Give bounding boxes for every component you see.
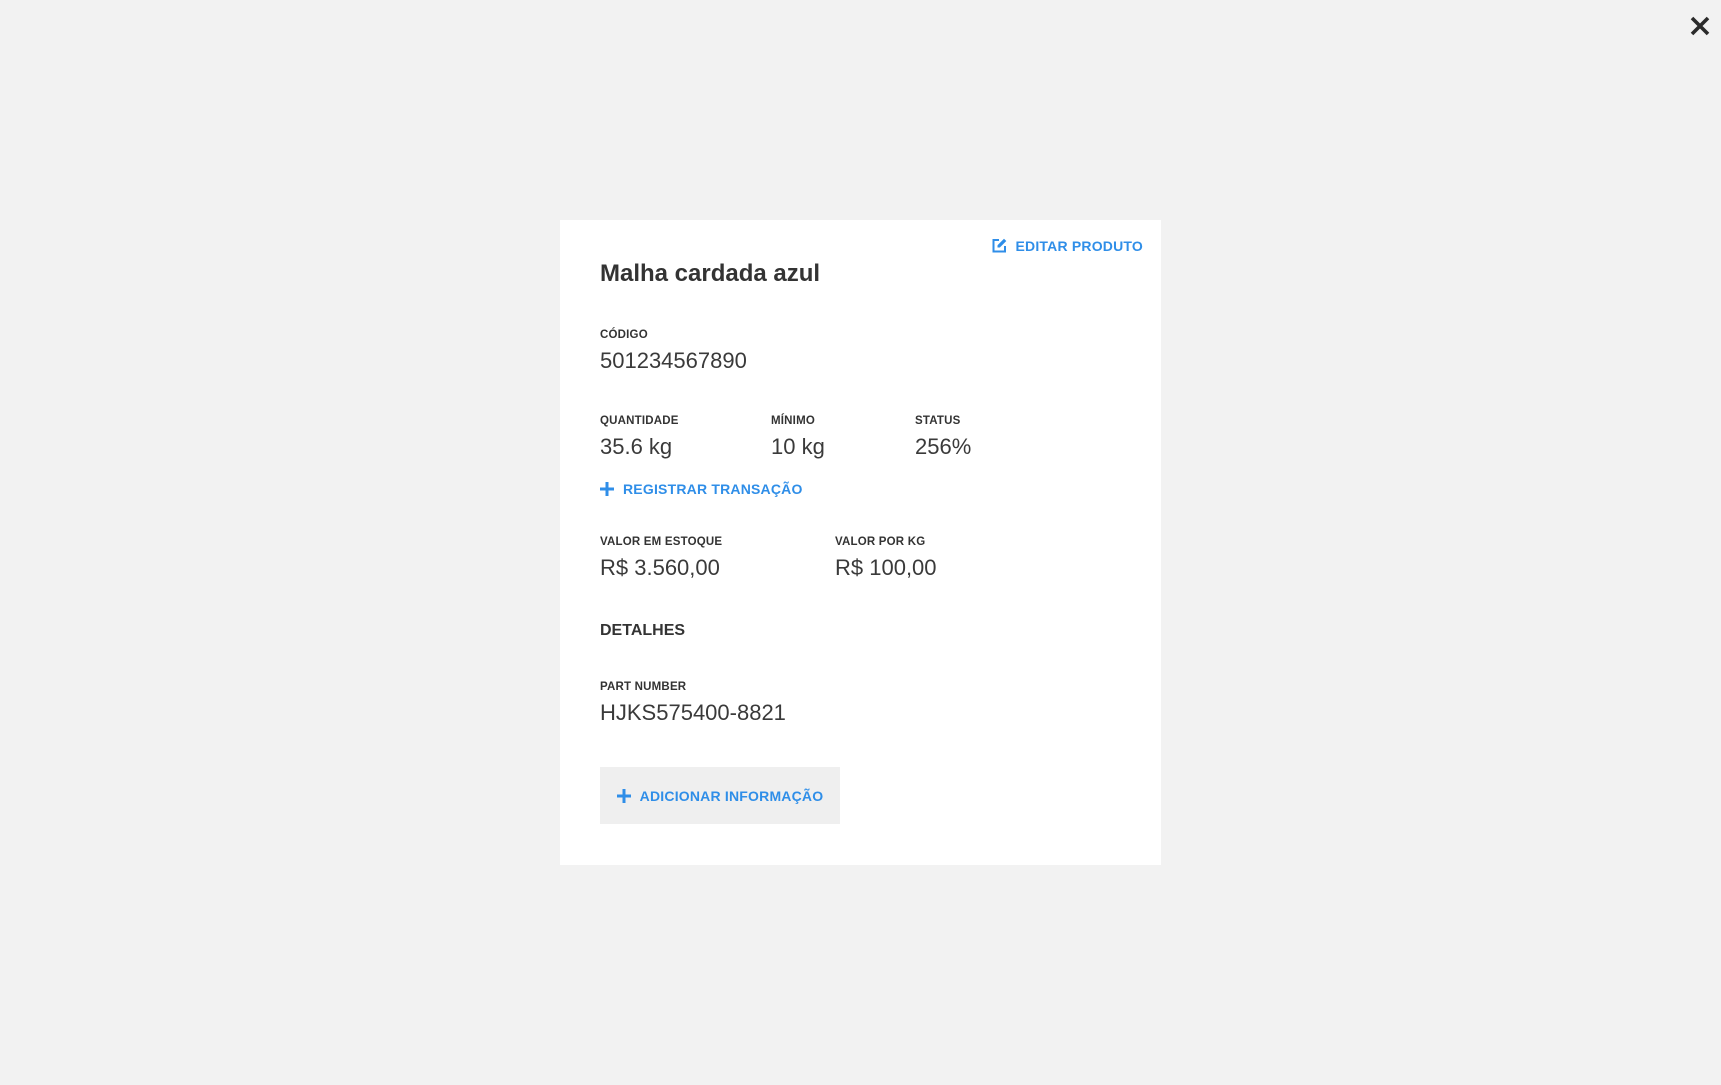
valor-kg-value: R$ 100,00 [835, 555, 937, 580]
minimo-value: 10 kg [771, 434, 825, 459]
register-transaction-button[interactable]: REGISTRAR TRANSAÇÃO [600, 481, 803, 497]
status-value: 256% [915, 434, 972, 459]
codigo-value: 501234567890 [600, 348, 747, 373]
close-button[interactable] [1682, 8, 1718, 44]
plus-icon [616, 788, 631, 803]
part-number-value: HJKS575400-8821 [600, 700, 786, 725]
field-part-number: PART NUMBER HJKS575400-8821 [600, 680, 786, 726]
valor-kg-label: VALOR POR KG [835, 536, 926, 548]
field-minimo: MÍNIMO 10 kg [771, 414, 825, 460]
details-heading: DETALHES [600, 622, 686, 639]
part-number-label: PART NUMBER [600, 681, 687, 693]
codigo-label: CÓDIGO [600, 329, 648, 341]
field-valor-estoque: VALOR EM ESTOQUE R$ 3.560,00 [600, 535, 722, 581]
register-transaction-label: REGISTRAR TRANSAÇÃO [623, 481, 803, 497]
field-status: STATUS 256% [915, 414, 971, 460]
minimo-label: MÍNIMO [771, 415, 815, 427]
quantidade-value: 35.6 kg [600, 434, 673, 459]
product-title: Malha cardada azul [600, 260, 821, 287]
field-codigo: CÓDIGO 501234567890 [600, 328, 747, 374]
edit-icon [992, 238, 1007, 253]
add-info-button[interactable]: ADICIONAR INFORMAÇÃO [600, 767, 840, 824]
quantidade-label: QUANTIDADE [600, 415, 679, 427]
plus-icon [600, 482, 614, 496]
edit-product-label: EDITAR PRODUTO [1015, 238, 1143, 254]
valor-estoque-label: VALOR EM ESTOQUE [600, 536, 723, 548]
close-icon [1690, 16, 1710, 36]
add-info-label: ADICIONAR INFORMAÇÃO [639, 787, 824, 804]
field-quantidade: QUANTIDADE 35.6 kg [600, 414, 679, 460]
status-label: STATUS [915, 415, 961, 427]
product-card: EDITAR PRODUTO Malha cardada azul CÓDIGO… [560, 220, 1161, 865]
valor-estoque-value: R$ 3.560,00 [600, 555, 720, 580]
edit-product-button[interactable]: EDITAR PRODUTO [991, 238, 1143, 254]
field-valor-kg: VALOR POR KG R$ 100,00 [835, 535, 937, 581]
